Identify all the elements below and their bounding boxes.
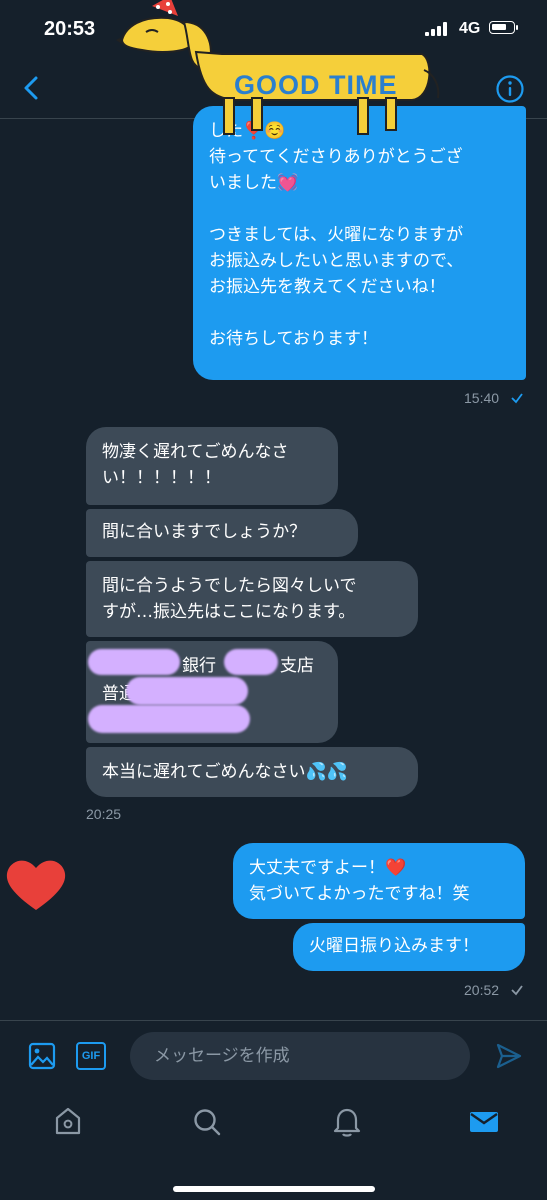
redaction-mark	[88, 705, 250, 733]
gif-button[interactable]: GIF	[76, 1042, 106, 1070]
message-timestamp: 20:52	[464, 982, 500, 998]
branch-label: 支店	[280, 656, 314, 676]
redaction-mark	[224, 649, 278, 675]
back-icon[interactable]	[18, 74, 46, 102]
message-composer: GIF メッセージを作成	[0, 1020, 547, 1091]
incoming-message-account[interactable]: 銀行 支店 普通	[86, 641, 338, 743]
dog-sticker: GOOD TIME	[116, 0, 440, 135]
outgoing-message[interactable]: 火曜日振り込みます！	[293, 923, 525, 971]
incoming-message[interactable]: 間に合うようでしたら図々しいで すが…振込先はここになります。	[86, 561, 418, 637]
redaction-mark	[88, 649, 180, 675]
message-input[interactable]: メッセージを作成	[130, 1032, 470, 1080]
heart-icon	[6, 860, 66, 910]
sent-check-icon	[511, 985, 523, 996]
image-icon[interactable]	[28, 1042, 56, 1070]
message-list[interactable]: した❣️☺️ 待っててくださりありがとうござ いました💓 つきましては、火曜にな…	[0, 106, 547, 1018]
message-timestamp: 15:40	[464, 390, 500, 406]
home-indicator	[173, 1186, 375, 1192]
bell-icon[interactable]	[333, 1106, 361, 1138]
search-icon[interactable]	[192, 1107, 222, 1137]
outgoing-message[interactable]: した❣️☺️ 待っててくださりありがとうござ いました💓 つきましては、火曜にな…	[193, 106, 526, 380]
bank-label: 銀行	[182, 656, 216, 676]
info-icon[interactable]	[495, 74, 525, 104]
send-icon[interactable]	[495, 1042, 523, 1070]
message-timestamp: 20:25	[86, 806, 122, 822]
mail-icon[interactable]	[469, 1110, 499, 1134]
home-icon[interactable]	[54, 1106, 82, 1136]
incoming-message[interactable]: 間に合いますでしょうか？	[86, 509, 358, 557]
battery-icon	[489, 21, 518, 34]
tab-bar	[0, 1090, 547, 1200]
network-label: 4G	[459, 20, 481, 37]
incoming-message[interactable]: 物凄く遅れてごめんなさ い！！！！！！	[86, 427, 338, 505]
redaction-mark	[126, 677, 248, 705]
status-time: 20:53	[44, 18, 96, 40]
sticker-text: GOOD TIME	[234, 70, 398, 100]
read-check-icon	[511, 393, 523, 404]
incoming-message[interactable]: 本当に遅れてごめんなさい💦💦	[86, 747, 418, 797]
outgoing-message[interactable]: 大丈夫ですよー！❤️ 気づいてよかったですね！笑	[233, 843, 525, 919]
